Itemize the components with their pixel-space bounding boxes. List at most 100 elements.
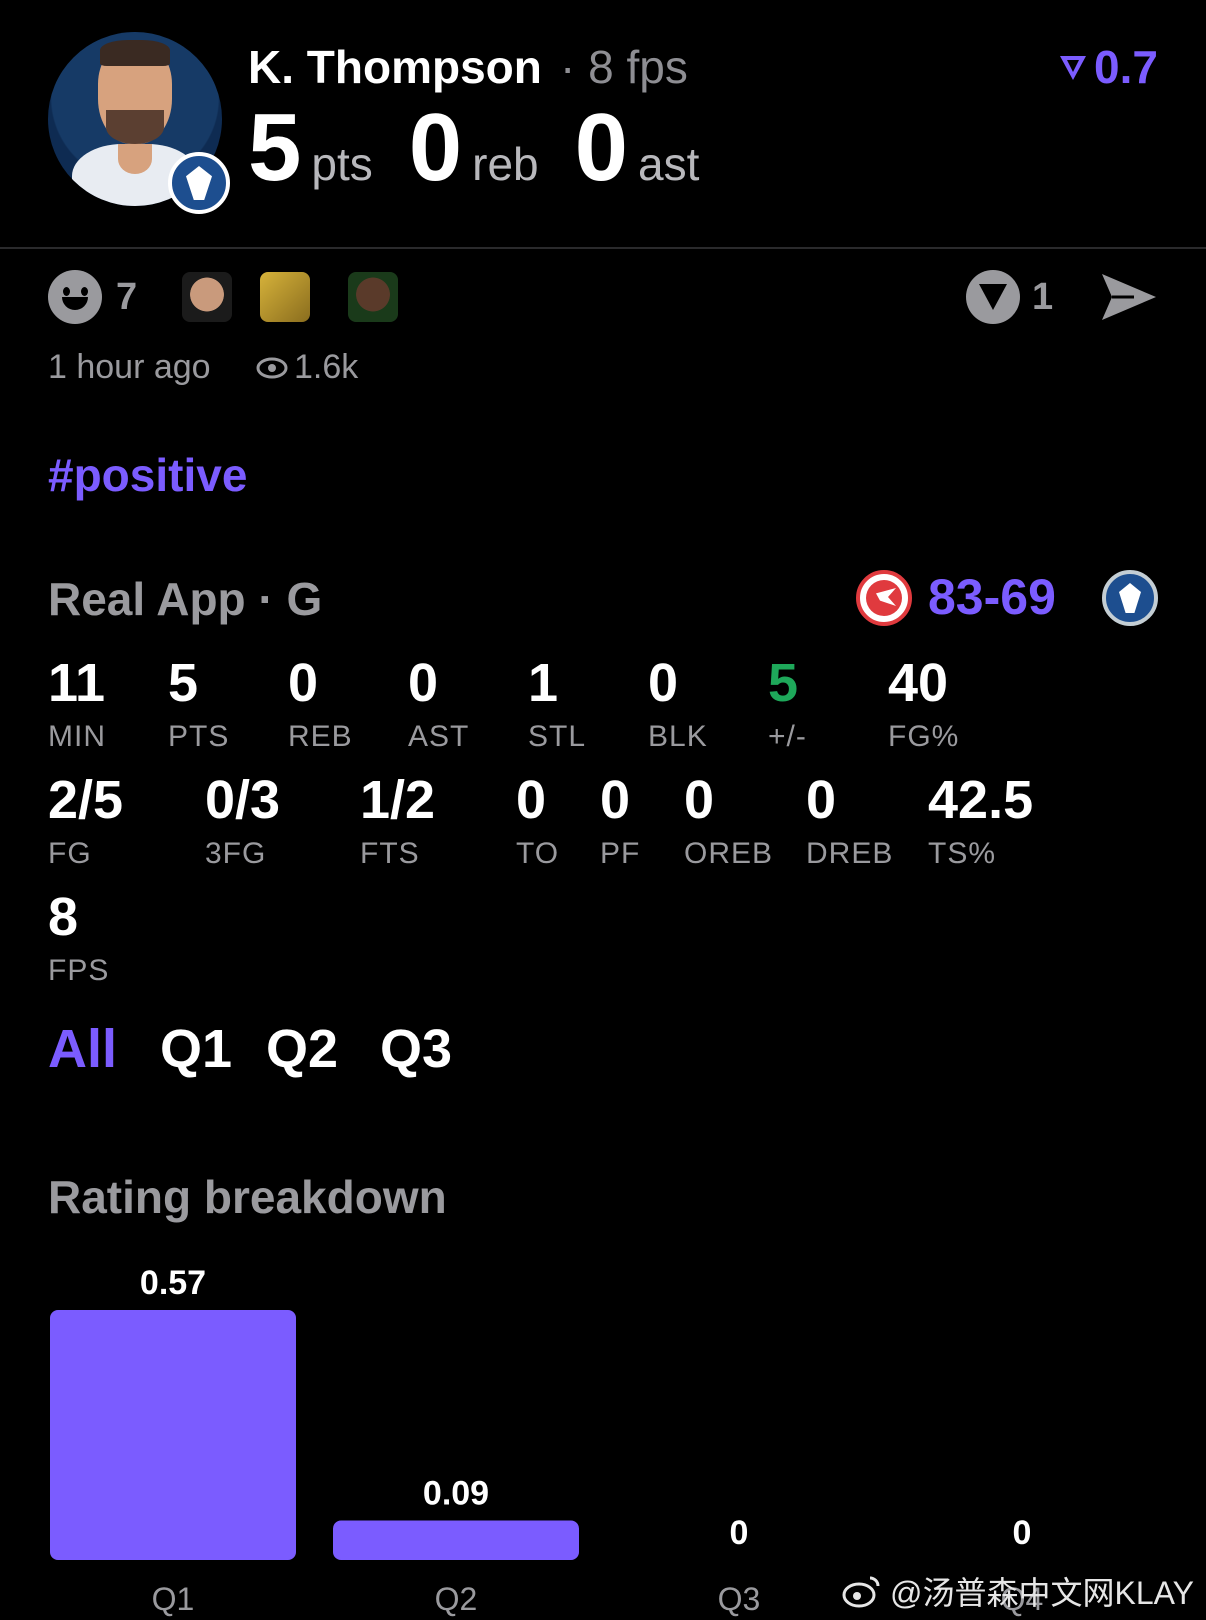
stat-value: 5: [768, 653, 799, 713]
stat-value: 40: [888, 653, 949, 713]
stat-value: 0: [684, 770, 715, 830]
stat-label: REB: [288, 720, 353, 753]
stat-3fg: 0/3 3FG: [205, 773, 280, 871]
hawks-team-logo-icon: [856, 570, 912, 626]
stat-label: TO: [516, 837, 560, 870]
vote-count: 1: [1032, 276, 1054, 318]
stat-label: TS%: [928, 837, 997, 870]
stat-label: FTS: [360, 837, 420, 870]
view-count: 1.6k: [256, 348, 358, 387]
stat-label: MIN: [48, 720, 106, 753]
rebounds-value: 0: [408, 94, 463, 201]
stat-value: 8: [48, 887, 79, 947]
tab-all[interactable]: All: [48, 1018, 117, 1080]
stat-label: FG: [48, 837, 92, 870]
stat-label: FG%: [888, 720, 960, 753]
statline: 5 pts 0 reb 0 ast: [248, 100, 735, 196]
bar-value-label: 0: [730, 1514, 749, 1552]
tab-q2[interactable]: Q2: [266, 1018, 338, 1080]
vote-icon[interactable]: [966, 270, 1020, 324]
stat-fts: 1/2 FTS: [360, 773, 435, 871]
stat-value: 11: [48, 653, 106, 713]
send-icon[interactable]: [1100, 272, 1158, 322]
stat-label: OREB: [684, 837, 774, 870]
player-rating[interactable]: 0.7: [1058, 40, 1158, 94]
post-time: 1 hour ago: [48, 348, 211, 386]
reaction-count: 7: [116, 276, 138, 318]
mavericks-team-logo-icon: [1102, 570, 1158, 626]
stat-reb: 0 REB: [288, 656, 353, 754]
header-divider: [0, 247, 1206, 249]
stat-plus-minus: 5 +/-: [768, 656, 807, 754]
stat-ts-pct: 42.5 TS%: [928, 773, 1033, 871]
reaction-thumb[interactable]: [348, 272, 398, 322]
bar-value-label: 0.09: [423, 1475, 489, 1513]
hashtag-link[interactable]: #positive: [48, 448, 247, 502]
stat-label: BLK: [648, 720, 708, 753]
tab-q1[interactable]: Q1: [160, 1018, 232, 1080]
stat-label: STL: [528, 720, 587, 753]
stat-value: 1/2: [360, 770, 436, 830]
stat-oreb: 0 OREB: [684, 773, 773, 871]
stat-dreb: 0 DREB: [806, 773, 893, 871]
rating-bar-q2: [333, 1520, 579, 1560]
player-fps: · 8 fps: [560, 41, 688, 93]
rating-breakdown-chart: 0.57Q10.09Q20Q30Q4: [50, 1264, 1043, 1617]
stat-fg: 2/5 FG: [48, 773, 123, 871]
stat-pts: 5 PTS: [168, 656, 229, 754]
stat-label: DREB: [806, 837, 894, 870]
stat-label: 3FG: [205, 837, 267, 870]
stat-value: 1: [528, 653, 559, 713]
tab-q3[interactable]: Q3: [380, 1018, 452, 1080]
stat-ast: 0 AST: [408, 656, 469, 754]
stat-to: 0 TO: [516, 773, 559, 871]
stat-value: 0/3: [205, 770, 281, 830]
stat-value: 42.5: [928, 770, 1034, 830]
category-label: Q1: [152, 1581, 195, 1617]
points-unit: pts: [311, 138, 373, 190]
stat-value: 0: [288, 653, 319, 713]
stat-value: 5: [168, 653, 199, 713]
rating-breakdown-title: Rating breakdown: [48, 1171, 447, 1223]
stat-pf: 0 PF: [600, 773, 640, 871]
stat-value: 0: [600, 770, 631, 830]
stat-value: 2/5: [48, 770, 124, 830]
stat-fg-pct: 40 FG%: [888, 656, 959, 754]
stat-fps: 8 FPS: [48, 890, 109, 988]
stat-label: FPS: [48, 954, 110, 987]
category-label: Q2: [435, 1581, 478, 1617]
watermark-text: @汤普森中文网KLAY: [890, 1575, 1194, 1611]
view-count-value: 1.6k: [294, 348, 359, 386]
bar-value-label: 0.57: [140, 1264, 206, 1302]
assists-unit: ast: [638, 138, 700, 190]
rating-bar-q1: [50, 1310, 296, 1560]
weibo-icon: [842, 1576, 880, 1608]
mavericks-team-badge-icon: [168, 152, 230, 214]
stat-label: PTS: [168, 720, 230, 753]
stat-label: AST: [408, 720, 470, 753]
player-name[interactable]: K. Thompson: [248, 40, 542, 94]
stat-value: 0: [516, 770, 547, 830]
stat-label: +/-: [768, 720, 807, 753]
stat-label: PF: [600, 837, 641, 870]
rating-triangle-icon: [1060, 56, 1087, 80]
assists-value: 0: [574, 94, 629, 201]
eye-icon: [256, 357, 288, 378]
bar-value-label: 0: [1013, 1514, 1032, 1552]
reaction-thumb[interactable]: [182, 272, 232, 322]
game-score[interactable]: 83-69: [928, 568, 1056, 626]
points-value: 5: [248, 94, 302, 201]
stat-blk: 0 BLK: [648, 656, 708, 754]
stat-value: 0: [648, 653, 679, 713]
reaction-thumb[interactable]: [260, 272, 310, 322]
category-label: Q3: [718, 1581, 761, 1617]
rebounds-unit: reb: [472, 138, 539, 190]
rating-value: 0.7: [1094, 41, 1158, 93]
stat-stl: 1 STL: [528, 656, 586, 754]
smile-icon[interactable]: [48, 270, 102, 324]
stat-value: 0: [806, 770, 837, 830]
stat-value: 0: [408, 653, 439, 713]
game-title: Real App · G: [48, 573, 323, 625]
stat-min: 11 MIN: [48, 656, 106, 754]
watermark: @汤普森中文网KLAY: [842, 1568, 1194, 1614]
